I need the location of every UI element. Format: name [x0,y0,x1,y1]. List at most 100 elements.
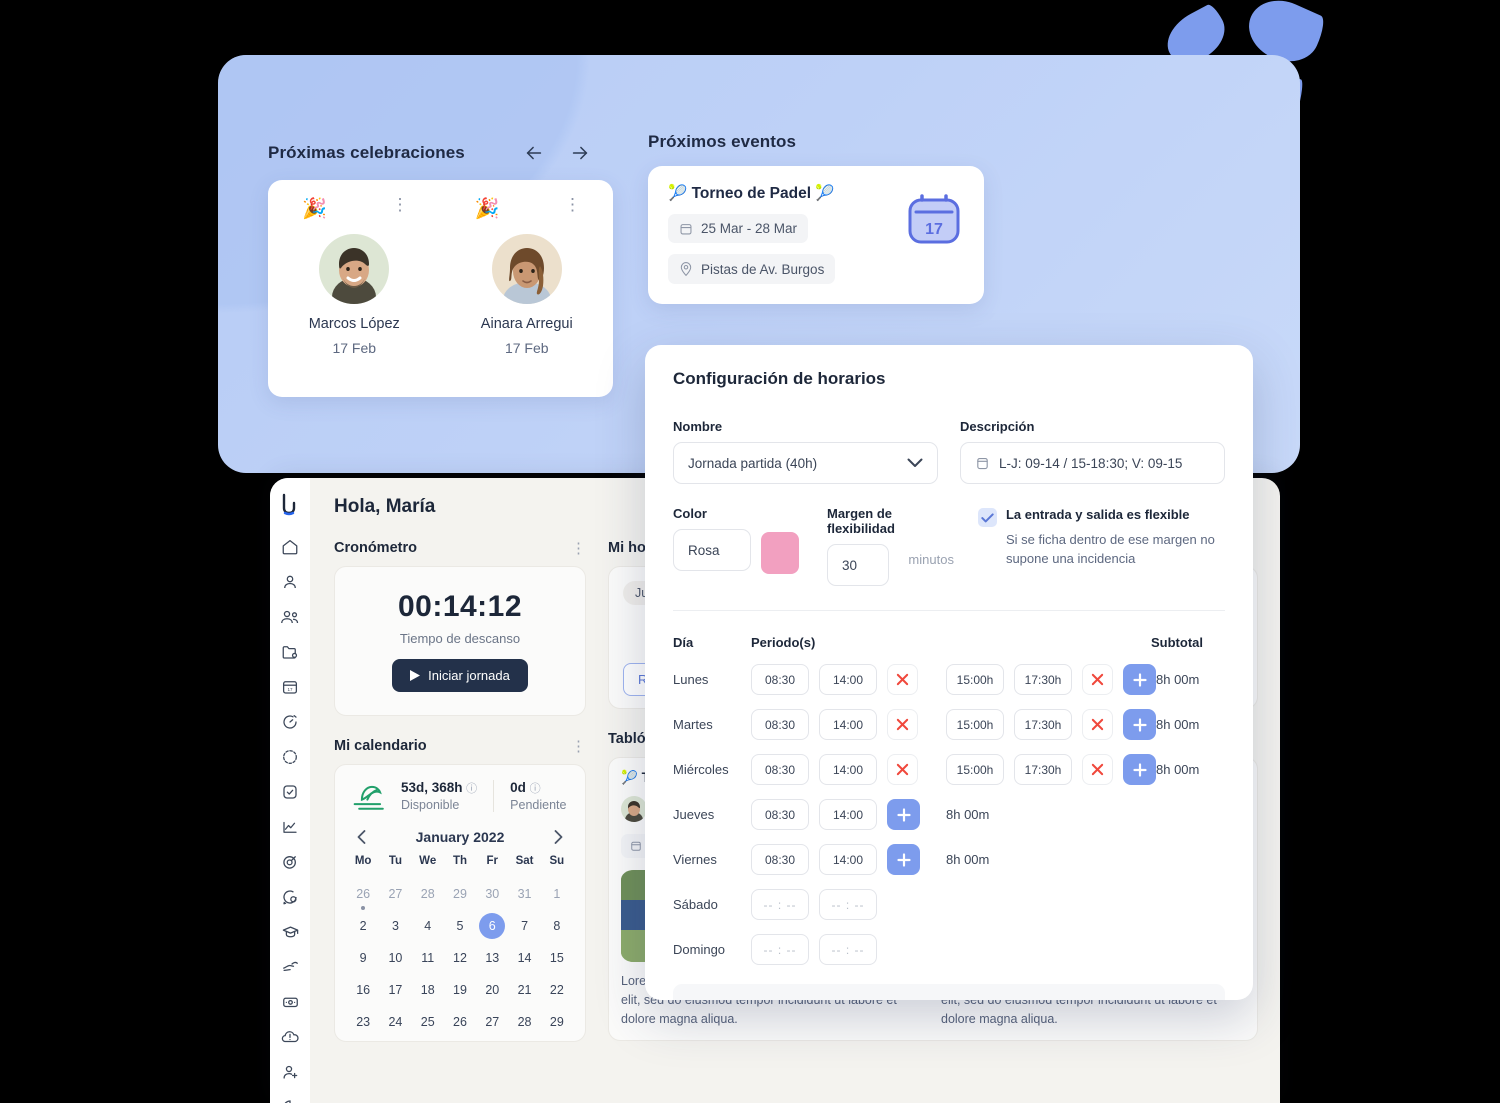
calendar-day[interactable]: 29 [444,883,476,905]
sidebar-item-reports[interactable] [277,1098,303,1103]
calendar-day[interactable]: 18 [412,979,444,1001]
arrow-right-icon[interactable] [569,142,591,164]
calendar-day[interactable]: 9 [347,947,379,969]
calendar-day[interactable]: 30 [476,883,508,905]
sidebar-item-payroll[interactable] [277,993,303,1011]
calendar-day[interactable]: 19 [444,979,476,1001]
calendar-day[interactable]: 27 [379,883,411,905]
calendar-day[interactable]: 3 [379,915,411,937]
calendar-day[interactable]: 1 [541,883,573,905]
timer-menu-icon[interactable]: ⋮ [571,541,586,556]
period-end-input[interactable]: -- : -- [819,934,877,965]
sidebar-item-training[interactable] [277,923,303,941]
remove-period-button[interactable] [1082,709,1113,740]
calendar-day[interactable]: 11 [412,947,444,969]
period-start-input[interactable]: 08:30 [751,844,809,875]
sidebar-item-folder[interactable] [277,643,303,661]
calendar-day[interactable]: 28 [412,883,444,905]
add-period-button[interactable] [1123,709,1156,740]
sidebar-item-analytics[interactable] [277,818,303,836]
color-input[interactable]: Rosa [673,529,751,571]
color-swatch[interactable] [761,532,799,574]
celebration-menu-icon[interactable]: ⋮ [392,196,409,213]
event-card[interactable]: 🎾 Torneo de Padel 🎾 25 Mar - 28 Mar Pist… [648,166,984,304]
calendar-day[interactable]: 7 [508,915,540,937]
calendar-day[interactable]: 23 [347,1011,379,1033]
add-period-button[interactable] [887,844,920,875]
arrow-left-icon[interactable] [523,142,545,164]
period-start-input[interactable]: 08:30 [751,754,809,785]
calendar-menu-icon[interactable]: ⋮ [571,739,586,754]
calendar-day[interactable]: 16 [347,979,379,1001]
start-workday-button[interactable]: Iniciar jornada [392,659,528,692]
calendar-day[interactable]: 10 [379,947,411,969]
calendar-day[interactable]: 21 [508,979,540,1001]
period-start-input[interactable]: 08:30 [751,799,809,830]
sidebar-item-person[interactable] [277,573,303,591]
remove-period-button[interactable] [887,754,918,785]
celebration-menu-icon[interactable]: ⋮ [564,196,581,213]
info-icon[interactable]: ⓘ [466,783,477,795]
calendar-day[interactable]: 24 [379,1011,411,1033]
period-end-input[interactable]: 17:30h [1014,754,1072,785]
remove-period-button[interactable] [887,709,918,740]
period-start-input[interactable]: 15:00h [946,754,1004,785]
calendar-day[interactable]: 29 [541,1011,573,1033]
sidebar-item-tasks[interactable] [277,783,303,801]
sidebar-item-stopwatch[interactable] [277,713,303,731]
period-start-input[interactable]: -- : -- [751,934,809,965]
calendar-day[interactable]: 27 [476,1011,508,1033]
period-end-input[interactable]: -- : -- [819,889,877,920]
calendar-day[interactable]: 22 [541,979,573,1001]
period-start-input[interactable]: 15:00h [946,664,1004,695]
calendar-day[interactable]: 31 [508,883,540,905]
calendar-day[interactable]: 20 [476,979,508,1001]
calendar-day[interactable]: 26 [347,883,379,910]
period-end-input[interactable]: 14:00 [819,709,877,740]
period-start-input[interactable]: -- : -- [751,889,809,920]
logo-icon[interactable] [279,492,301,516]
period-end-input[interactable]: 17:30h [1014,664,1072,695]
margin-input[interactable]: 30 [827,544,889,586]
celebration-item[interactable]: 🎉 ⋮ Marcos López 17 Feb [268,180,441,397]
period-start-input[interactable]: 15:00h [946,709,1004,740]
calendar-day[interactable]: 5 [444,915,476,937]
sidebar-item-people[interactable] [277,608,303,626]
period-end-input[interactable]: 14:00 [819,664,877,695]
calendar-day[interactable]: 4 [412,915,444,937]
description-input[interactable]: L-J: 09-14 / 15-18:30; V: 09-15 [960,442,1225,484]
name-select[interactable]: Jornada partida (40h) [673,442,938,484]
period-end-input[interactable]: 14:00 [819,844,877,875]
period-end-input[interactable]: 17:30h [1014,709,1072,740]
calendar-day[interactable]: 8 [541,915,573,937]
calendar-day[interactable]: 13 [476,947,508,969]
celebration-item[interactable]: 🎉 ⋮ Ainara Arregui 17 Feb [441,180,614,397]
calendar-day[interactable]: 2 [347,915,379,937]
calendar-day[interactable]: 25 [412,1011,444,1033]
calendar-day[interactable]: 15 [541,947,573,969]
sidebar-item-add-user[interactable] [277,1063,303,1081]
period-start-input[interactable]: 08:30 [751,709,809,740]
period-start-input[interactable]: 08:30 [751,664,809,695]
next-month-icon[interactable] [554,830,563,844]
period-end-input[interactable]: 14:00 [819,754,877,785]
calendar-day[interactable]: 28 [508,1011,540,1033]
sidebar-item-calendar[interactable]: 17 [277,678,303,696]
sidebar-item-goals[interactable] [277,853,303,871]
add-period-button[interactable] [887,799,920,830]
sidebar-item-clock[interactable] [277,748,303,766]
flexible-checkbox[interactable] [977,508,997,527]
calendar-day[interactable]: 12 [444,947,476,969]
period-end-input[interactable]: 14:00 [819,799,877,830]
add-period-button[interactable] [1123,754,1156,785]
add-period-button[interactable] [1123,664,1156,695]
chevron-down-icon[interactable] [907,458,923,468]
sidebar-item-incidents[interactable] [277,1028,303,1046]
sidebar-item-chat[interactable] [277,888,303,906]
remove-period-button[interactable] [887,664,918,695]
sidebar-item-home[interactable] [277,538,303,556]
calendar-day[interactable]: 26 [444,1011,476,1033]
sidebar-item-handshake[interactable] [277,958,303,976]
prev-month-icon[interactable] [357,830,366,844]
calendar-day[interactable]: 17 [379,979,411,1001]
